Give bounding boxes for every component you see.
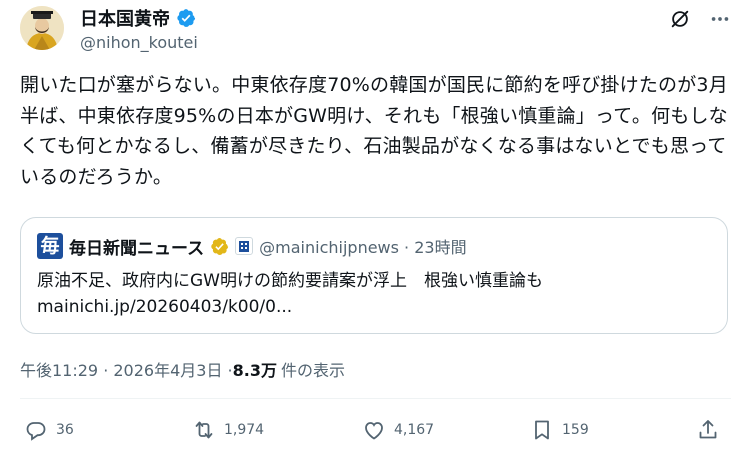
tweet-action-bar: 36 1,974 4,167 159 (20, 418, 731, 446)
author-display-name[interactable]: 日本国黄帝 (80, 5, 170, 31)
quoted-tweet-text: 原油不足、政府内にGW明けの節約要請案が浮上 根強い慎重論も mainichi.… (37, 271, 543, 317)
repost-count: 1,974 (224, 422, 265, 438)
quoted-author-name[interactable]: 毎日新聞ニュース (69, 234, 204, 259)
grok-icon[interactable] (669, 8, 691, 30)
like-button[interactable]: 4,167 (362, 418, 434, 442)
views-label: 件の表示 (280, 361, 345, 380)
bookmark-count: 159 (562, 422, 589, 438)
gold-verified-badge-icon[interactable] (210, 237, 229, 256)
reply-count: 36 (56, 422, 74, 438)
divider (20, 398, 731, 399)
emperor-portrait-icon (20, 6, 64, 50)
repost-icon (195, 421, 213, 439)
quoted-tweet-card[interactable]: 毎 毎日新聞ニュース @mainichijpnews · 23時間 原油不足、政… (20, 217, 728, 334)
like-count: 4,167 (394, 422, 435, 438)
share-icon (699, 420, 717, 439)
views-count: 8.3万 (232, 361, 277, 380)
author-handle[interactable]: @nihon_koutei (80, 33, 198, 52)
top-actions (669, 8, 731, 30)
more-horizontal-icon[interactable] (709, 8, 731, 30)
quoted-handle-time: @mainichijpnews · 23時間 (259, 238, 467, 257)
affiliate-badge-icon[interactable] (235, 237, 254, 255)
reply-icon (26, 422, 46, 441)
heart-icon (365, 422, 383, 440)
mainichi-logo-icon[interactable]: 毎 (37, 233, 63, 259)
building-icon (239, 241, 250, 252)
share-button[interactable] (696, 418, 720, 442)
bookmark-button[interactable]: 159 (530, 418, 589, 442)
reply-button[interactable]: 36 (24, 418, 74, 442)
bookmark-icon (535, 420, 549, 440)
tweet-timestamp[interactable]: 午後11:29 · 2026年4月3日 · (20, 357, 233, 381)
repost-button[interactable]: 1,974 (192, 418, 264, 442)
tweet-meta: 午後11:29 · 2026年4月3日 · 8.3万 件の表示 (20, 357, 345, 381)
author-name-row: 日本国黄帝 (80, 6, 196, 30)
quoted-tweet-header: 毎 毎日新聞ニュース @mainichijpnews · 23時間 (37, 232, 467, 260)
avatar[interactable] (20, 6, 64, 50)
verified-badge-icon[interactable] (176, 8, 196, 28)
tweet-text: 開いた口が塞がらない。中東依存度70%の韓国が国民に節約を呼び掛けたのが3月半ば… (20, 74, 728, 188)
